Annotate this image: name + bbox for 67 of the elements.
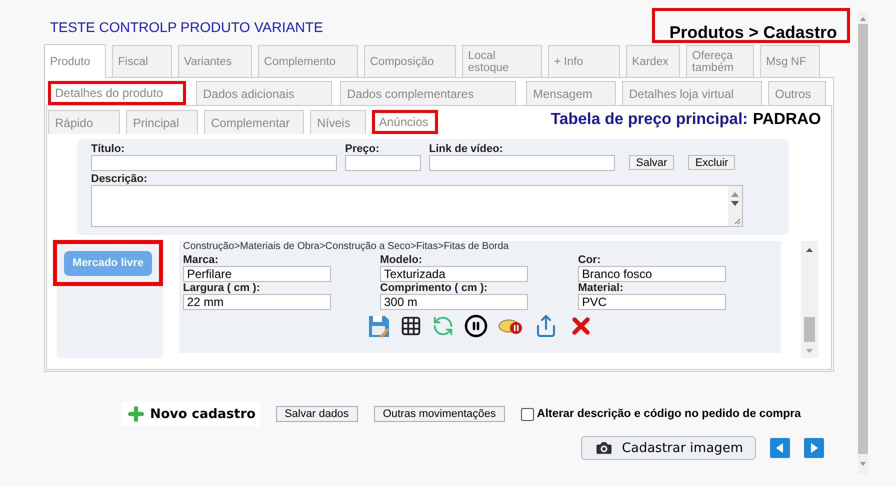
form-button[interactable]: Excluir (688, 155, 736, 170)
field-label: Preço: (345, 143, 380, 155)
refresh-icon[interactable] (432, 315, 454, 337)
attribute-field[interactable]: Perfilare (183, 266, 331, 282)
attribute-field[interactable]: 22 mm (183, 294, 331, 310)
scroll-arrows-icon (728, 186, 742, 226)
field-label: Título: (91, 143, 126, 155)
attribute-field[interactable]: Texturizada (380, 266, 528, 282)
left-arrow-icon (775, 443, 785, 453)
category-path: Construção>Materiais de Obra>Construção a Seco>Fitas>Fitas de Borda (183, 241, 510, 253)
form-button[interactable]: Salvar (629, 155, 674, 170)
plus-icon (126, 404, 146, 424)
attribute-label: Material: (578, 282, 624, 294)
field-label: Link de vídeo: (429, 143, 504, 155)
tab[interactable]: Rápido (48, 110, 120, 134)
tab[interactable]: Ofereça também (686, 45, 754, 77)
tab[interactable]: Dados adicionais (196, 81, 332, 105)
pause-icon[interactable] (464, 314, 488, 338)
attribute-label: Modelo: (380, 254, 424, 266)
attribute-field[interactable]: 300 m (380, 294, 528, 310)
attribute-label: Marca: (183, 254, 220, 266)
price-table-value: PADRAO (752, 111, 821, 129)
tab[interactable]: Kardex (626, 45, 680, 77)
attribute-field[interactable]: PVC (578, 294, 726, 310)
tab[interactable]: Local estoque (462, 45, 542, 77)
tab[interactable]: Mensagem (526, 81, 616, 105)
field-label: Descrição: (91, 173, 148, 185)
previous-button[interactable] (770, 438, 790, 458)
tab[interactable]: Níveis (310, 110, 366, 134)
tab[interactable]: Fiscal (112, 45, 172, 77)
page-title: TESTE CONTROLP PRODUTO VARIANTE (50, 19, 324, 35)
tab[interactable]: Produto (44, 44, 106, 78)
attribute-label: Comprimento ( cm ): (380, 282, 489, 294)
checkbox[interactable] (520, 408, 534, 420)
tab[interactable]: Composição (364, 45, 456, 77)
attribute-label: Largura ( cm ): (183, 282, 262, 294)
scrollbar[interactable] (801, 241, 818, 358)
attribute-label: Cor: (578, 254, 602, 266)
page-scrollbar[interactable] (858, 12, 868, 474)
share-icon[interactable] (534, 314, 558, 338)
checkbox-label: Alterar descrição e código no pedido de compra (536, 408, 801, 420)
tab[interactable]: Variantes (178, 45, 252, 77)
tab[interactable]: Anúncios (372, 110, 438, 134)
right-arrow-icon (809, 443, 819, 453)
attribute-field[interactable]: Branco fosco (578, 266, 726, 282)
description-field[interactable] (91, 185, 743, 227)
tab[interactable]: Detalhes do produto (48, 81, 186, 105)
tab[interactable]: Principal (126, 110, 198, 134)
action-button[interactable]: Outras movimentações (374, 406, 505, 422)
tab[interactable]: Outros (768, 81, 826, 105)
new-record-button[interactable]: Novo cadastro (122, 402, 260, 426)
input-field[interactable] (345, 155, 421, 171)
tab[interactable]: Detalhes loja virtual (622, 81, 762, 105)
tab[interactable]: Complemento (258, 45, 358, 77)
tab[interactable]: Complementar (204, 110, 304, 134)
tab[interactable]: Dados complementares (340, 81, 516, 105)
marketplace-button[interactable]: Mercado livre (64, 250, 152, 276)
tab[interactable]: + Info (548, 45, 620, 77)
tab[interactable]: Msg NF (760, 45, 820, 77)
price-table-label: Tabela de preço principal: (550, 111, 748, 129)
input-field[interactable] (91, 155, 337, 171)
grid-icon[interactable] (400, 315, 422, 337)
input-field[interactable] (429, 155, 615, 171)
add-image-button[interactable]: Cadastrar imagem (580, 436, 756, 460)
next-button[interactable] (804, 438, 824, 458)
action-button[interactable]: Salvar dados (276, 406, 358, 422)
breadcrumb: Produtos > Cadastro (652, 8, 850, 43)
